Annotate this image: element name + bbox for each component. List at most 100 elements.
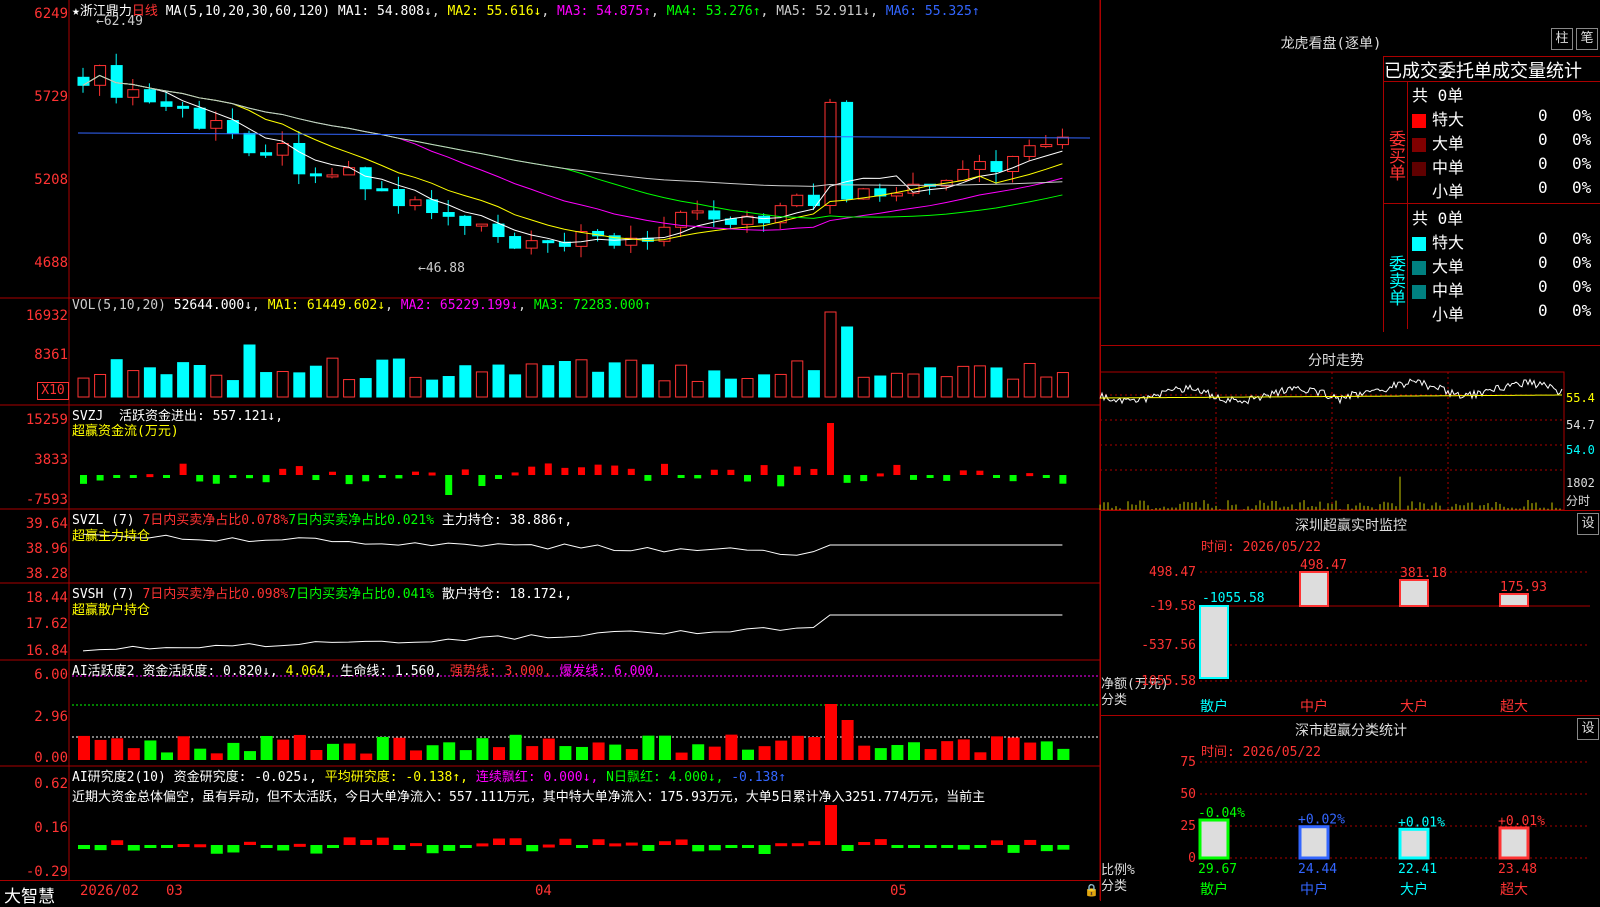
svzj-axis-label: -7593 [25, 492, 68, 508]
volume-bar [359, 378, 372, 398]
svzl-axis-label: 38.28 [25, 566, 68, 582]
research-bar [360, 839, 373, 845]
intraday-axis-label: 55.4 [1566, 391, 1595, 405]
sell-order-row: 大单 0 0% [1412, 253, 1600, 277]
research-bar [144, 845, 157, 848]
volume-bar [924, 367, 937, 398]
candle-body [409, 199, 422, 207]
volume-bar [309, 365, 322, 398]
classify-time: 时间: 2026/05/22 [1201, 745, 1321, 760]
ai2-axis-label: 0.16 [34, 820, 68, 836]
activity-bar [841, 720, 854, 760]
lock-icon[interactable]: 🔒 [1084, 883, 1099, 897]
research-bar [692, 845, 705, 852]
kline-chart-canvas[interactable] [0, 0, 1100, 900]
flow-bar [694, 475, 702, 479]
activity-bar [1024, 742, 1037, 760]
activity-bar [376, 736, 389, 760]
volume-bar [376, 359, 389, 398]
flow-bar [827, 423, 834, 475]
research-bar [941, 845, 954, 848]
classify-settings-button[interactable]: 设 [1577, 718, 1599, 740]
activity-bar [1007, 737, 1020, 760]
research-bar [874, 839, 887, 845]
flow-bar [777, 475, 785, 487]
research-bar [1040, 845, 1053, 852]
svsh-subtitle: 超赢散户持仓 [72, 603, 151, 618]
activity-bar [210, 753, 223, 760]
flow-bar [727, 469, 735, 475]
flow-bar [893, 464, 901, 475]
price-indicator-header: ★浙江鼎力日线 MA(5,10,20,30,60,120) MA1: 54.80… [72, 4, 980, 19]
candle-body [807, 194, 820, 207]
activity-bar [111, 738, 124, 760]
volume-bar [143, 367, 156, 398]
retail-holding-line [82, 614, 1063, 652]
vol-unit-badge[interactable]: X10 [37, 382, 69, 400]
flow-bar [661, 463, 668, 475]
date-label: 2026/02 [80, 883, 140, 899]
research-bar [459, 845, 472, 848]
flow-bar [329, 471, 336, 475]
vol-axis-label: 16932 [25, 308, 68, 324]
classify-panel: 深市超赢分类统计 设 时间: 2026/05/22 比例% 分类 [1100, 715, 1600, 901]
activity-bar [509, 734, 522, 760]
volume-bar [276, 371, 289, 398]
volume-bar [890, 372, 903, 398]
volume-bar [160, 374, 173, 398]
ai-activity-header: AI活跃度2 资金活跃度: 0.820↓, 4.064, 生命线: 1.560,… [72, 664, 661, 679]
activity-bar [493, 747, 505, 760]
research-bar [410, 843, 422, 847]
candle-body [276, 142, 289, 156]
research-bar [825, 805, 837, 845]
flow-bar [627, 468, 635, 475]
bar-mode-button[interactable]: 柱 [1551, 28, 1573, 50]
activity-bar [858, 745, 871, 760]
activity-bar [708, 746, 721, 760]
research-bar [808, 841, 821, 845]
research-bar [376, 837, 389, 845]
research-bar [841, 845, 854, 851]
svsh-axis-label: 16.84 [25, 643, 68, 659]
activity-bar [443, 742, 456, 760]
order-type: 小单 [1432, 305, 1465, 324]
svzj-subtitle: 超赢资金流(万元) [72, 424, 179, 439]
candle-body [492, 223, 505, 238]
volume-bar [990, 367, 1003, 398]
volume-bar [708, 370, 721, 398]
sell-order-row: 特大 0 0% [1412, 229, 1600, 253]
sell-order-row: 小单 0 0% [1412, 301, 1600, 325]
candle-body [193, 107, 206, 129]
star-icon[interactable]: ★ [72, 4, 80, 19]
volume-bar [824, 311, 837, 398]
intraday-panel[interactable]: 分时走势 55.4 54.7 54.0 1802 分时 [1100, 345, 1600, 511]
activity-bar [94, 739, 107, 760]
ma5-value: MA5: 52.911↓ [776, 4, 871, 19]
price-axis-label: 4688 [34, 255, 68, 271]
candle-body [542, 240, 555, 244]
svzl-axis-label: 39.64 [25, 516, 68, 532]
volume-bar [608, 362, 621, 398]
activity-bar [576, 746, 588, 760]
candle-body [326, 174, 339, 178]
svsh-axis-label: 18.44 [25, 590, 68, 606]
classify-title: 深市超赢分类统计 [1295, 723, 1407, 739]
volume-bar [525, 363, 538, 398]
flow-bar [1042, 475, 1050, 478]
tick-mode-button[interactable]: 笔 [1576, 28, 1598, 50]
flow-bar [212, 475, 220, 484]
activity-bar [177, 736, 190, 760]
order-type: 特大 [1432, 110, 1465, 129]
flow-bar [113, 475, 121, 478]
ai2-axis-label: 0.62 [34, 776, 68, 792]
intraday-axis-label: 54.0 [1566, 443, 1595, 457]
activity-bar [293, 734, 306, 760]
activity-bar [194, 748, 207, 760]
volume-bar [127, 370, 140, 398]
research-bar [858, 842, 871, 846]
flow-bar [246, 475, 253, 479]
monitor-settings-button[interactable]: 设 [1577, 513, 1599, 535]
candle-body [160, 101, 173, 107]
activity-bar [244, 751, 256, 760]
flow-bar [810, 468, 818, 475]
